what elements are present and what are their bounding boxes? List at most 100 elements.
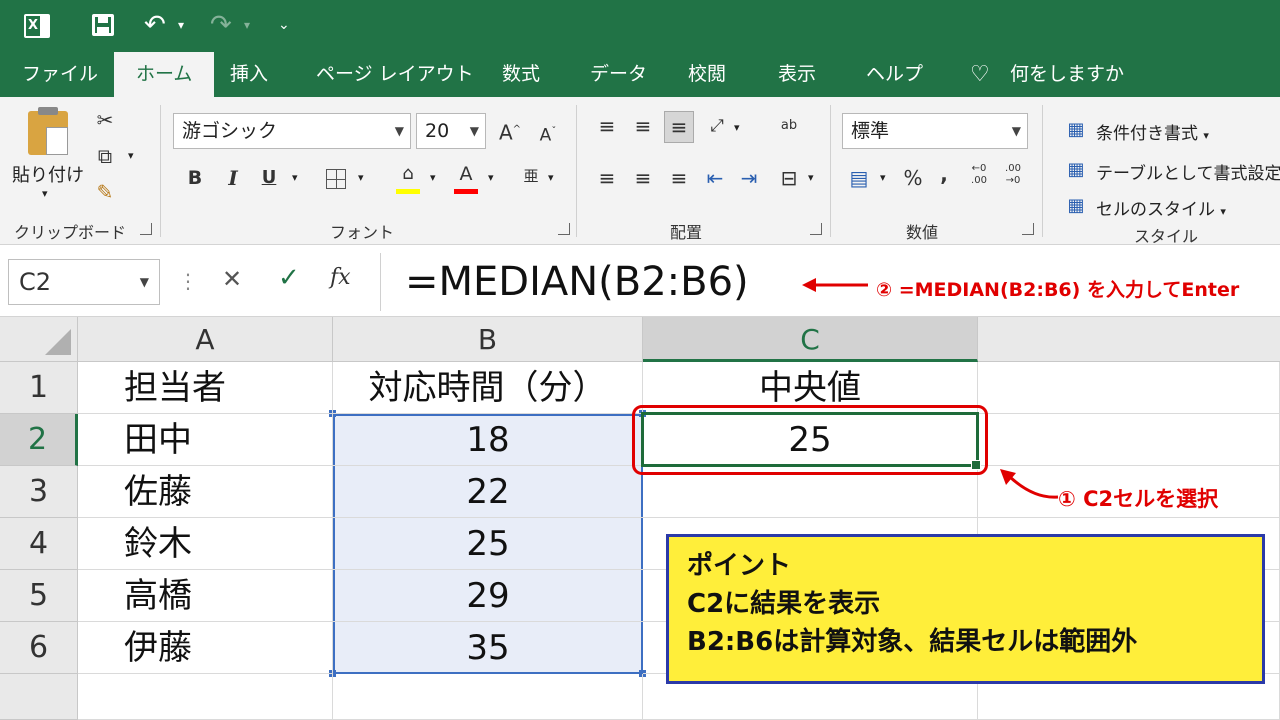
chevron-down-icon[interactable]: ▼ bbox=[140, 260, 149, 304]
cell-b5[interactable]: 29 bbox=[333, 570, 643, 622]
copy-icon[interactable]: ⧉ bbox=[90, 141, 120, 171]
insert-function-icon[interactable]: fx bbox=[330, 265, 351, 290]
font-color-dropdown-icon[interactable]: ▾ bbox=[488, 171, 494, 184]
tell-me-search[interactable]: 何をしますか bbox=[1010, 52, 1124, 97]
font-name-combo[interactable]: 游ゴシック ▼ bbox=[173, 113, 411, 149]
lightbulb-icon[interactable]: ♡ bbox=[970, 52, 990, 97]
tab-help[interactable]: ヘルプ bbox=[866, 52, 923, 97]
cell-b1[interactable]: 対応時間（分） bbox=[333, 362, 643, 414]
align-right-icon[interactable]: ≡ bbox=[666, 163, 692, 193]
row-header-7[interactable] bbox=[0, 674, 78, 720]
column-header-c[interactable]: C bbox=[643, 317, 978, 362]
percent-style-button[interactable]: % bbox=[900, 163, 926, 193]
bold-button[interactable]: B bbox=[182, 163, 208, 193]
alignment-launcher-icon[interactable] bbox=[810, 223, 822, 235]
cell-a6[interactable]: 伊藤 bbox=[78, 622, 333, 674]
decrease-indent-icon[interactable]: ⇤ bbox=[702, 163, 728, 193]
number-launcher-icon[interactable] bbox=[1022, 223, 1034, 235]
undo-dropdown-icon[interactable]: ▾ bbox=[178, 10, 184, 40]
paste-dropdown-icon[interactable]: ▾ bbox=[42, 187, 48, 200]
increase-decimal-icon[interactable]: ←0.00 bbox=[966, 163, 992, 187]
decrease-font-icon[interactable]: Aˇ bbox=[534, 117, 562, 151]
cell-b6[interactable]: 35 bbox=[333, 622, 643, 674]
cell-d1[interactable] bbox=[978, 362, 1280, 414]
phonetic-dropdown-icon[interactable]: ▾ bbox=[548, 171, 554, 184]
merge-dropdown-icon[interactable]: ▾ bbox=[808, 171, 814, 184]
row-header-6[interactable]: 6 bbox=[0, 622, 78, 674]
borders-dropdown-icon[interactable]: ▾ bbox=[358, 171, 364, 184]
align-top-icon[interactable]: ≡ bbox=[594, 111, 620, 141]
tab-file[interactable]: ファイル bbox=[22, 52, 98, 97]
cell-styles-button[interactable]: セルのスタイル ▾ bbox=[1096, 195, 1226, 220]
font-size-combo[interactable]: 20 ▼ bbox=[416, 113, 486, 149]
orientation-icon[interactable]: ⤢ bbox=[704, 111, 730, 141]
row-header-4[interactable]: 4 bbox=[0, 518, 78, 570]
borders-icon[interactable] bbox=[326, 169, 346, 189]
format-painter-icon[interactable]: ✎ bbox=[90, 177, 120, 207]
format-as-table-button[interactable]: テーブルとして書式設定 ▾ bbox=[1096, 159, 1280, 184]
tab-page-layout[interactable]: ページ レイアウト bbox=[316, 52, 474, 97]
tab-view[interactable]: 表示 bbox=[778, 52, 816, 97]
increase-font-icon[interactable]: A^ bbox=[496, 115, 524, 148]
format-as-table-icon[interactable]: ▦ bbox=[1064, 155, 1088, 185]
cell-b4[interactable]: 25 bbox=[333, 518, 643, 570]
number-format-combo[interactable]: 標準 ▼ bbox=[842, 113, 1028, 149]
cell-a7[interactable] bbox=[78, 674, 333, 720]
column-header-a[interactable]: A bbox=[78, 317, 333, 362]
column-header-b[interactable]: B bbox=[333, 317, 643, 362]
phonetic-guide-icon[interactable]: 亜 bbox=[518, 161, 544, 191]
copy-dropdown-icon[interactable]: ▾ bbox=[128, 149, 134, 162]
conditional-format-button[interactable]: 条件付き書式 ▾ bbox=[1096, 119, 1209, 144]
align-center-icon[interactable]: ≡ bbox=[630, 163, 656, 193]
paste-icon[interactable] bbox=[28, 107, 68, 155]
align-bottom-icon[interactable]: ≡ bbox=[664, 111, 694, 143]
cell-a3[interactable]: 佐藤 bbox=[78, 466, 333, 518]
clipboard-launcher-icon[interactable] bbox=[140, 223, 152, 235]
cell-a2[interactable]: 田中 bbox=[78, 414, 333, 466]
cancel-icon[interactable]: ✕ bbox=[222, 265, 242, 293]
tab-home[interactable]: ホーム bbox=[114, 52, 215, 97]
redo-dropdown-icon[interactable]: ▾ bbox=[244, 10, 250, 40]
cell-styles-icon[interactable]: ▦ bbox=[1064, 191, 1088, 221]
tab-review[interactable]: 校閲 bbox=[688, 52, 726, 97]
orientation-dropdown-icon[interactable]: ▾ bbox=[734, 121, 740, 134]
merge-center-icon[interactable]: ⊟ bbox=[776, 163, 802, 193]
underline-button[interactable]: U bbox=[256, 163, 282, 193]
formula-bar-splitter[interactable]: ⋮ bbox=[178, 269, 198, 293]
align-middle-icon[interactable]: ≡ bbox=[630, 111, 656, 141]
conditional-format-icon[interactable]: ▦ bbox=[1064, 115, 1088, 145]
accounting-dropdown-icon[interactable]: ▾ bbox=[880, 171, 886, 184]
underline-dropdown-icon[interactable]: ▾ bbox=[292, 171, 298, 184]
italic-button[interactable]: I bbox=[220, 163, 246, 193]
wrap-text-icon[interactable]: ab bbox=[776, 111, 802, 141]
decrease-decimal-icon[interactable]: .00 →0 bbox=[1000, 163, 1026, 187]
row-header-1[interactable]: 1 bbox=[0, 362, 78, 414]
align-left-icon[interactable]: ≡ bbox=[594, 163, 620, 193]
tab-formulas[interactable]: 数式 bbox=[502, 52, 540, 97]
row-header-3[interactable]: 3 bbox=[0, 466, 78, 518]
paste-button-label[interactable]: 貼り付け bbox=[12, 161, 84, 187]
cell-a5[interactable]: 高橋 bbox=[78, 570, 333, 622]
column-header-d[interactable] bbox=[978, 317, 1280, 362]
cell-a1[interactable]: 担当者 bbox=[78, 362, 333, 414]
fill-color-dropdown-icon[interactable]: ▾ bbox=[430, 171, 436, 184]
increase-indent-icon[interactable]: ⇥ bbox=[736, 163, 762, 193]
font-launcher-icon[interactable] bbox=[558, 223, 570, 235]
accounting-format-icon[interactable]: ▤ bbox=[846, 163, 872, 193]
tab-insert[interactable]: 挿入 bbox=[230, 52, 268, 97]
enter-icon[interactable]: ✓ bbox=[278, 263, 300, 293]
comma-style-button[interactable]: , bbox=[934, 159, 954, 189]
cell-b3[interactable]: 22 bbox=[333, 466, 643, 518]
undo-icon[interactable]: ↶ bbox=[144, 10, 166, 40]
cell-b2[interactable]: 18 bbox=[333, 414, 643, 466]
fill-color-icon[interactable]: ⌂ bbox=[394, 159, 422, 189]
save-icon[interactable] bbox=[92, 14, 114, 36]
cell-d2[interactable] bbox=[978, 414, 1280, 466]
cell-b7[interactable] bbox=[333, 674, 643, 720]
cut-icon[interactable]: ✂ bbox=[90, 105, 120, 135]
cell-a4[interactable]: 鈴木 bbox=[78, 518, 333, 570]
row-header-2[interactable]: 2 bbox=[0, 414, 78, 466]
tab-data[interactable]: データ bbox=[590, 52, 647, 97]
redo-icon[interactable]: ↷ bbox=[210, 10, 232, 40]
font-color-icon[interactable]: A bbox=[452, 159, 480, 189]
